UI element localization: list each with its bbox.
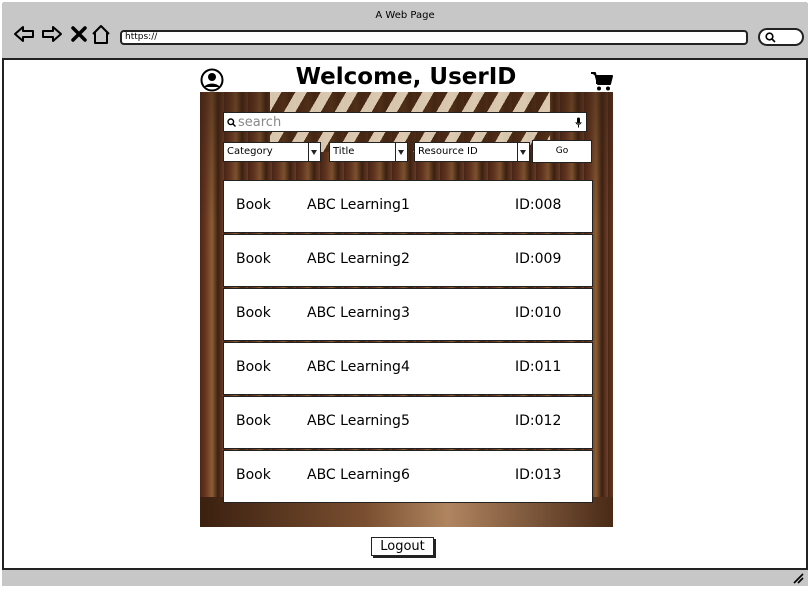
- browser-search-button[interactable]: [758, 28, 804, 46]
- title-select[interactable]: Title: [329, 142, 408, 162]
- go-button[interactable]: Go: [532, 140, 592, 163]
- list-item[interactable]: Book ABC Learning1 ID:008: [223, 180, 593, 233]
- resource-title: ABC Learning1: [307, 197, 410, 213]
- category-select-value: Category: [227, 146, 273, 157]
- list-item[interactable]: Book ABC Learning3 ID:010: [223, 288, 593, 341]
- resource-id: ID:008: [515, 197, 562, 213]
- resource-id: ID:013: [515, 467, 562, 483]
- search-input[interactable]: [238, 113, 568, 131]
- back-arrow-icon: [14, 26, 34, 42]
- list-item[interactable]: Book ABC Learning2 ID:009: [223, 234, 593, 287]
- resize-grip-icon[interactable]: [792, 572, 804, 584]
- resource-type: Book: [236, 359, 271, 375]
- window-title: A Web Page: [375, 10, 435, 21]
- list-item[interactable]: Book ABC Learning4 ID:011: [223, 342, 593, 395]
- resource-id: ID:009: [515, 251, 562, 267]
- chevron-down-icon[interactable]: [308, 143, 320, 161]
- resource-id-select-value: Resource ID: [418, 146, 478, 157]
- microphone-icon[interactable]: [575, 117, 582, 128]
- resource-title: ABC Learning6: [307, 467, 410, 483]
- resource-title: ABC Learning3: [307, 305, 410, 321]
- resource-type: Book: [236, 305, 271, 321]
- resource-title: ABC Learning4: [307, 359, 410, 375]
- resource-id: ID:010: [515, 305, 562, 321]
- resource-id-select[interactable]: Resource ID: [414, 142, 530, 162]
- title-select-value: Title: [333, 146, 355, 157]
- browser-toolbar: A Web Page https://: [2, 2, 808, 60]
- list-item[interactable]: Book ABC Learning6 ID:013: [223, 450, 593, 503]
- forward-button[interactable]: [40, 22, 64, 46]
- search-icon: [227, 118, 236, 127]
- list-item[interactable]: Book ABC Learning5 ID:012: [223, 396, 593, 449]
- resource-title: ABC Learning5: [307, 413, 410, 429]
- cart-button[interactable]: [590, 70, 614, 92]
- home-icon: [92, 25, 110, 44]
- search-bar[interactable]: [223, 112, 587, 132]
- resource-type: Book: [236, 251, 271, 267]
- close-icon: [71, 26, 87, 42]
- resource-type: Book: [236, 413, 271, 429]
- stop-button[interactable]: [67, 22, 91, 46]
- results-list: Book ABC Learning1 ID:008 Book ABC Learn…: [223, 180, 593, 504]
- search-icon: [765, 32, 776, 43]
- home-button[interactable]: [89, 22, 113, 46]
- status-bar: [2, 568, 808, 586]
- cart-icon: [591, 72, 613, 91]
- resource-type: Book: [236, 197, 271, 213]
- logout-button[interactable]: Logout: [371, 537, 434, 556]
- address-bar[interactable]: https://: [120, 30, 748, 45]
- page-title: Welcome, UserID: [295, 64, 517, 90]
- back-button[interactable]: [12, 22, 36, 46]
- resource-id: ID:012: [515, 413, 562, 429]
- resource-title: ABC Learning2: [307, 251, 410, 267]
- resource-id: ID:011: [515, 359, 562, 375]
- library-panel: Category Title Resource ID Go Book ABC L…: [200, 92, 613, 527]
- category-select[interactable]: Category: [223, 142, 321, 162]
- chevron-down-icon[interactable]: [517, 143, 529, 161]
- chevron-down-icon[interactable]: [395, 143, 407, 161]
- resource-type: Book: [236, 467, 271, 483]
- forward-arrow-icon: [42, 26, 62, 42]
